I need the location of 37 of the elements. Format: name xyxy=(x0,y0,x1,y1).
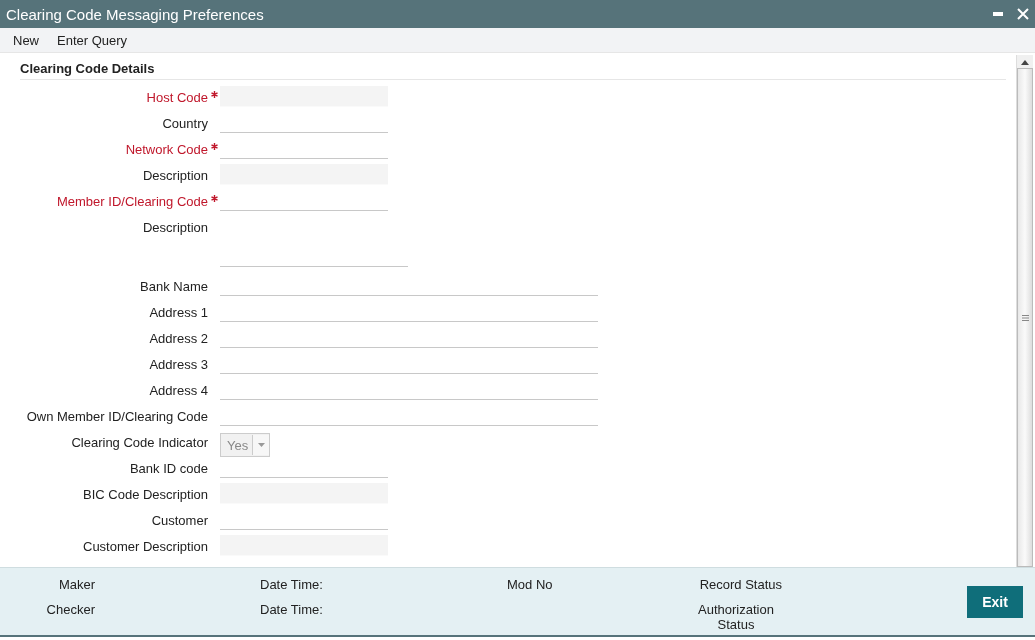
field-label: Description xyxy=(141,219,208,235)
grip-icon xyxy=(1021,314,1029,321)
field-label: Host Code xyxy=(145,89,208,105)
minimize-icon[interactable] xyxy=(993,12,1003,16)
close-icon[interactable] xyxy=(1017,8,1029,20)
exit-button[interactable]: Exit xyxy=(967,586,1023,618)
field-label: Address 1 xyxy=(148,304,208,320)
field-label: Country xyxy=(161,115,208,131)
field-label: Member ID/Clearing Code xyxy=(56,193,208,209)
field-label: Address 4 xyxy=(148,382,208,398)
field-label: Network Code xyxy=(124,141,208,157)
required-icon xyxy=(211,91,218,98)
field-label: Description xyxy=(141,167,208,183)
field-label: Customer xyxy=(150,512,208,528)
date-time-label: Date Time: xyxy=(260,577,323,592)
maker-label: Maker xyxy=(57,577,95,592)
field-label: Clearing Code Indicator xyxy=(70,434,208,450)
mod-no-label: Mod No xyxy=(507,577,553,592)
field-label: Address 3 xyxy=(148,356,208,372)
field-label: BIC Code Description xyxy=(82,486,208,502)
record-status-label: Record Status xyxy=(699,577,782,592)
field-label: Address 2 xyxy=(148,330,208,346)
date-time-label: Date Time: xyxy=(260,602,323,617)
authorization-status-label: Authorization Status xyxy=(697,602,775,632)
field-label: Bank ID code xyxy=(128,460,208,476)
menu-item[interactable]: New xyxy=(6,30,46,50)
required-icon xyxy=(211,195,218,202)
menu-item[interactable]: Enter Query xyxy=(50,30,135,50)
caret-icon xyxy=(257,443,265,447)
checker-label: Checker xyxy=(45,602,95,617)
field-label: Customer Description xyxy=(82,538,208,554)
field-label: Bank Name xyxy=(139,278,208,294)
required-icon xyxy=(211,143,218,150)
scroll-up-icon[interactable] xyxy=(1021,60,1029,65)
field-label: Own Member ID/Clearing Code xyxy=(25,408,208,424)
section-title: Clearing Code Details xyxy=(20,61,1006,80)
window-title: Clearing Code Messaging Preferences xyxy=(6,5,265,23)
